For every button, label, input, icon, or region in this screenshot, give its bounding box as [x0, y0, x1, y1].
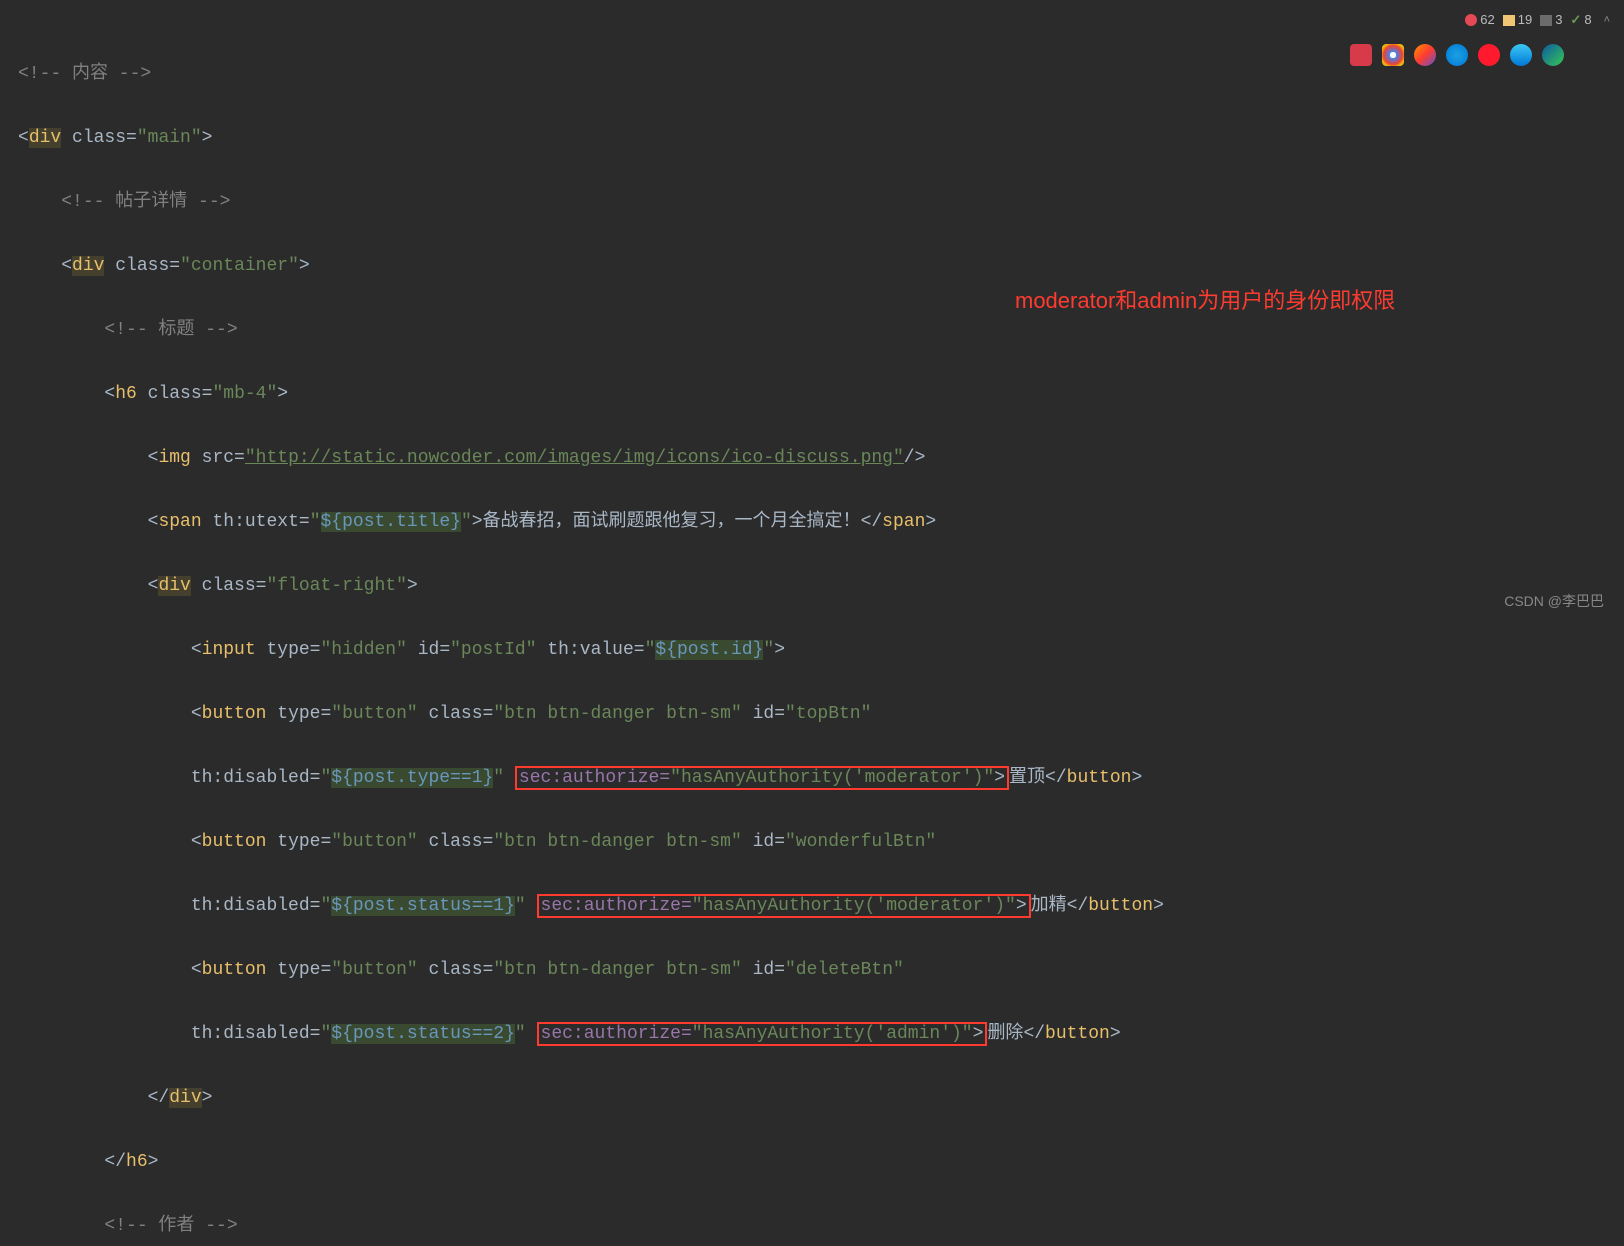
weak-warning-count[interactable]: 3: [1540, 4, 1562, 36]
comment: <!-- 内容 -->: [18, 64, 151, 84]
firefox-icon[interactable]: [1414, 44, 1436, 66]
warning-count[interactable]: 19: [1503, 4, 1532, 36]
highlight-box-3: sec:authorize="hasAnyAuthority('admin')"…: [537, 1022, 988, 1046]
comment: <!-- 标题 -->: [104, 320, 237, 340]
highlight-box-1: sec:authorize="hasAnyAuthority('moderato…: [515, 766, 1009, 790]
error-count[interactable]: 62: [1465, 4, 1494, 36]
code-editor[interactable]: <!-- 内容 --> <div class="main"> <!-- 帖子详情…: [0, 0, 1624, 1246]
opera-icon[interactable]: [1478, 44, 1500, 66]
comment: <!-- 作者 -->: [104, 1216, 237, 1236]
watermark: CSDN @李巴巴: [1504, 585, 1604, 617]
chevron-up-icon[interactable]: ˄: [1604, 4, 1610, 36]
edge-icon[interactable]: [1542, 44, 1564, 66]
annotation-text: moderator和admin为用户的身份即权限: [1015, 285, 1395, 317]
typo-icon: ✓: [1570, 4, 1581, 36]
comment: <!-- 帖子详情 -->: [61, 192, 230, 212]
typo-count[interactable]: ✓8: [1570, 4, 1591, 36]
browser-preview-bar: [1350, 44, 1564, 66]
error-icon: [1465, 14, 1477, 26]
warning-icon: [1503, 15, 1515, 26]
intellij-icon[interactable]: [1350, 44, 1372, 66]
weak-warning-icon: [1540, 15, 1552, 26]
ie-icon[interactable]: [1510, 44, 1532, 66]
highlight-box-2: sec:authorize="hasAnyAuthority('moderato…: [537, 894, 1031, 918]
chrome-icon[interactable]: [1382, 44, 1404, 66]
safari-icon[interactable]: [1446, 44, 1468, 66]
inspection-status-bar: 62 19 3 ✓8 ˄: [1465, 4, 1610, 36]
